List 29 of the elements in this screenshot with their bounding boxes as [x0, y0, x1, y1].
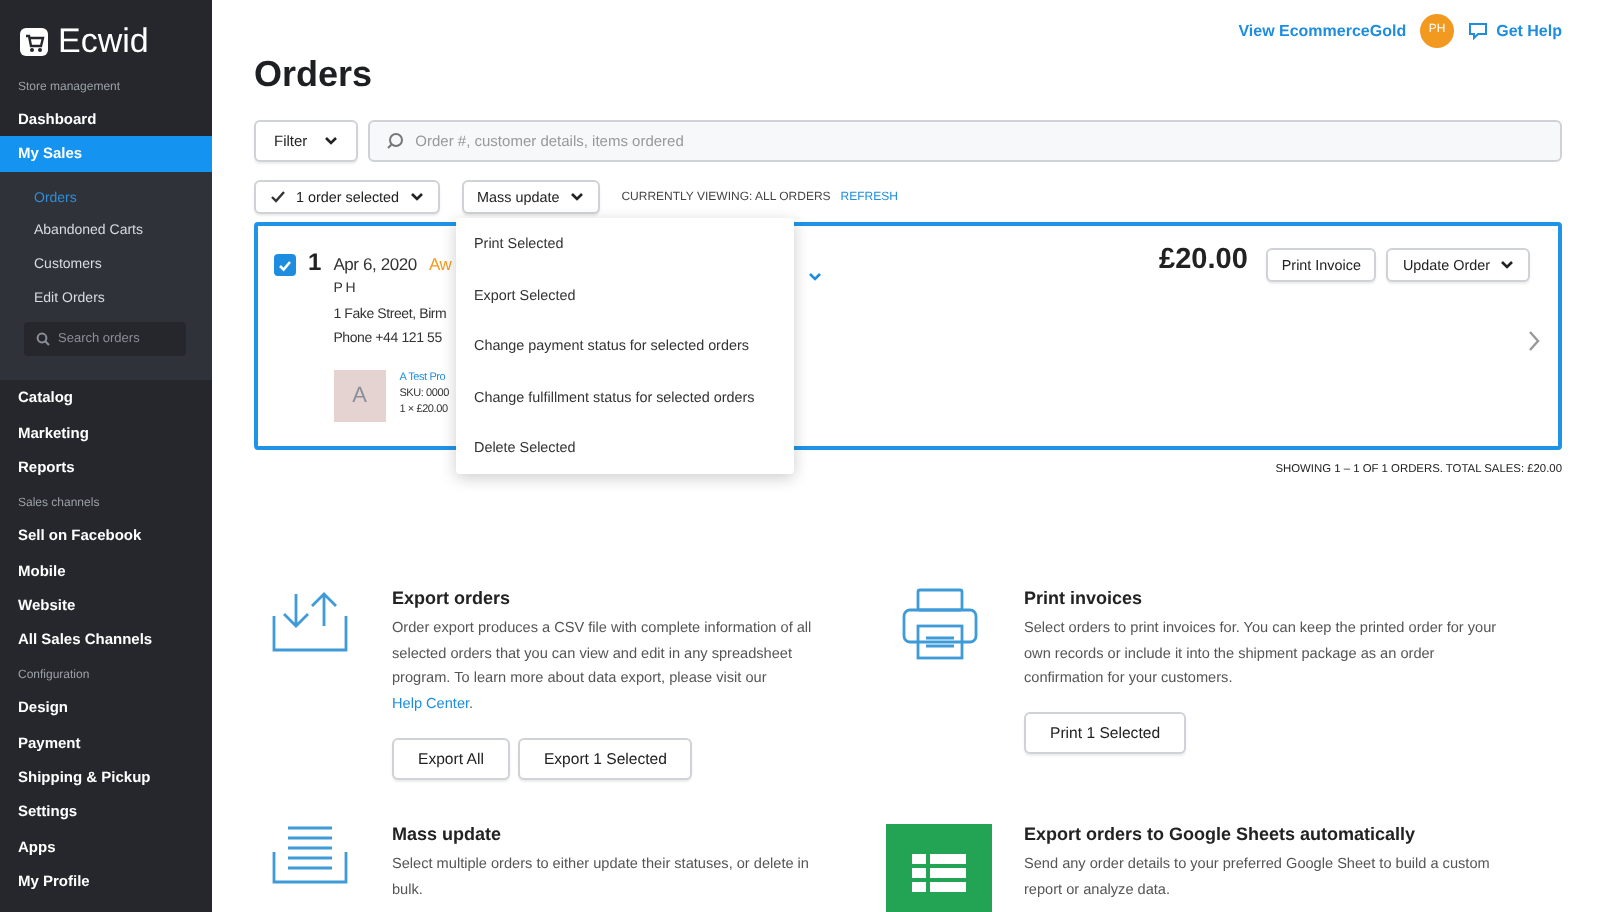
logo-text: Ecwid [58, 22, 149, 62]
search-icon [385, 132, 404, 150]
chat-bubble-icon [1468, 21, 1489, 39]
download-upload-icon [272, 588, 348, 652]
tool-title: Export orders to Google Sheets automatically [1024, 823, 1418, 844]
caret-icon [409, 192, 424, 202]
order-total: £20.00 [1159, 244, 1248, 276]
chevron-right-icon[interactable] [1528, 330, 1540, 352]
help-link[interactable]: Get Help [1468, 21, 1562, 39]
search-icon [36, 332, 50, 347]
tool-title: Print invoices [1024, 588, 1145, 608]
order-status: Aw [428, 253, 452, 273]
page-title: Orders [254, 54, 375, 96]
check-icon [278, 259, 292, 271]
order-date: Apr 6, 2020 [333, 253, 417, 273]
list-tray-icon [272, 823, 348, 884]
tool-title: Export orders [392, 588, 513, 608]
caret-icon [323, 136, 338, 146]
store-link[interactable]: View EcommerceGold [1238, 21, 1407, 39]
printer-icon [901, 588, 977, 660]
caret-icon [1500, 260, 1514, 270]
tool-title: Mass update [392, 823, 504, 844]
status-caret-icon [808, 272, 822, 282]
caret-icon [569, 192, 584, 202]
product-thumbnail: A [333, 369, 386, 421]
order-number: 1 [308, 248, 322, 280]
order-checkbox[interactable] [274, 254, 296, 276]
cart-logo-icon [20, 28, 48, 56]
check-icon [270, 190, 286, 204]
